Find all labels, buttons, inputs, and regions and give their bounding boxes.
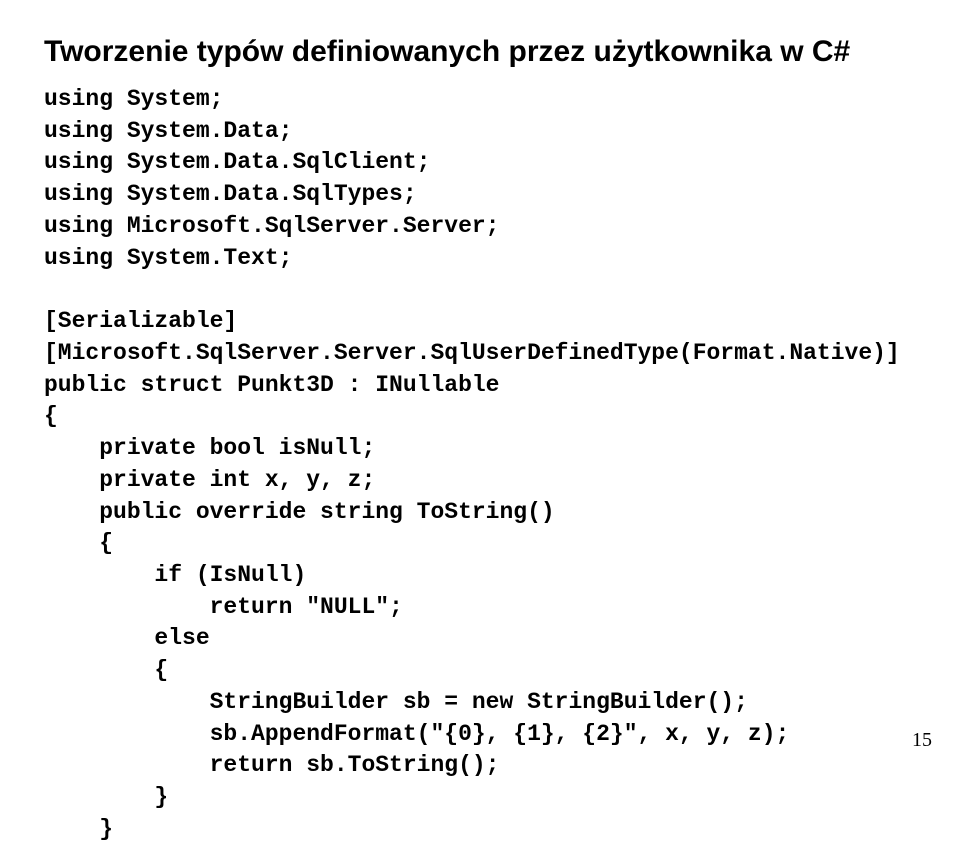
code-line: using System.Data.SqlTypes; (44, 181, 417, 207)
code-line: else (44, 625, 210, 651)
code-line: public struct Punkt3D : INullable (44, 372, 499, 398)
code-line: [Microsoft.SqlServer.Server.SqlUserDefin… (44, 340, 900, 366)
code-line: return "NULL"; (44, 594, 403, 620)
code-block: using System; using System.Data; using S… (44, 84, 920, 846)
code-line: { (44, 403, 58, 429)
code-line: using System.Text; (44, 245, 292, 271)
code-line: if (IsNull) (44, 562, 306, 588)
code-line: using System.Data; (44, 118, 292, 144)
code-line: private bool isNull; (44, 435, 375, 461)
code-line: private int x, y, z; (44, 467, 375, 493)
slide-title: Tworzenie typów definiowanych przez użyt… (44, 34, 920, 70)
code-line: using System; (44, 86, 223, 112)
code-line: using System.Data.SqlClient; (44, 149, 430, 175)
code-line: { (44, 530, 113, 556)
code-line: public override string ToString() (44, 499, 555, 525)
code-line: { (44, 657, 168, 683)
code-line: } (44, 816, 113, 842)
code-line: } (44, 784, 168, 810)
code-line: [Serializable] (44, 308, 237, 334)
code-line: sb.AppendFormat("{0}, {1}, {2}", x, y, z… (44, 721, 789, 747)
code-line: using Microsoft.SqlServer.Server; (44, 213, 499, 239)
code-line: return sb.ToString(); (44, 752, 499, 778)
code-line: StringBuilder sb = new StringBuilder(); (44, 689, 748, 715)
page-number: 15 (912, 729, 932, 752)
